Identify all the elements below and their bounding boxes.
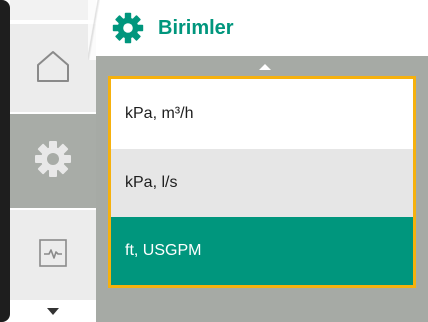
gear-icon xyxy=(33,139,73,184)
page-title: Birimler xyxy=(158,16,234,39)
heartbeat-icon xyxy=(38,238,68,273)
units-list: kPa, m³/h kPa, l/s ft, USGPM xyxy=(108,76,416,288)
list-item-label: kPa, m³/h xyxy=(125,105,194,122)
list-item-label: ft, USGPM xyxy=(125,242,202,259)
rail-top-strip xyxy=(10,0,96,20)
chevron-down-icon xyxy=(47,307,59,315)
list-item-ft-usgpm[interactable]: ft, USGPM xyxy=(111,217,413,285)
sidebar-item-home[interactable] xyxy=(10,24,96,112)
gear-icon xyxy=(112,12,144,44)
units-panel: kPa, m³/h kPa, l/s ft, USGPM xyxy=(96,56,428,322)
list-item-kpa-ls[interactable]: kPa, l/s xyxy=(111,149,413,217)
sidebar-item-diagnostics[interactable] xyxy=(10,210,96,300)
sidebar-scroll-down[interactable] xyxy=(10,300,96,322)
home-icon xyxy=(34,47,72,90)
device-edge xyxy=(0,0,10,322)
side-rail xyxy=(10,0,96,322)
sidebar-item-settings[interactable] xyxy=(10,114,96,208)
chevron-up-icon[interactable] xyxy=(259,64,271,70)
page-header: Birimler xyxy=(96,0,428,56)
unit-settings-screen: Birimler kPa, m³/h kPa, l/s ft, USGPM xyxy=(0,0,428,322)
list-item-kpa-m3h[interactable]: kPa, m³/h xyxy=(111,79,413,149)
list-item-label: kPa, l/s xyxy=(125,174,178,191)
